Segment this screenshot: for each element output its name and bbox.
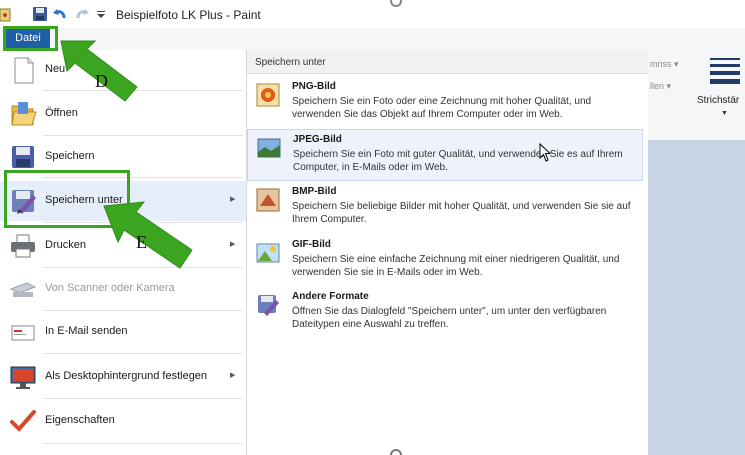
email-icon: [11, 325, 35, 341]
png-image-icon: [256, 83, 280, 107]
scanner-icon: [9, 282, 37, 297]
submenu-arrow-icon: ▶: [230, 241, 236, 248]
annotation-label-d: D: [95, 71, 108, 91]
submenu-item-description: Speichern Sie beliebige Bilder mit hoher…: [292, 201, 631, 225]
submenu-arrow-icon: ▶: [230, 196, 236, 203]
menu-item-desktop-background[interactable]: Als Desktophintergrund festlegen ▶: [0, 357, 246, 397]
jpeg-image-icon: [257, 138, 281, 158]
submenu-item-description: Öffnen Sie das Dialogfeld "Speichern unt…: [292, 306, 607, 330]
submenu-item-description: Speichern Sie ein Foto mit guter Qualitä…: [293, 149, 623, 173]
submenu-header-label: Speichern unter: [255, 57, 326, 68]
open-folder-icon: [11, 102, 37, 126]
submenu-arrow-icon: ▶: [230, 372, 236, 379]
paint-app-icon: [0, 8, 11, 22]
checkmark-icon: [10, 410, 36, 432]
save-icon: [12, 146, 34, 168]
annotation-highlight-file: [3, 26, 58, 51]
other-formats-icon: [258, 295, 279, 316]
redo-icon[interactable]: [74, 6, 90, 22]
menu-item-label: Eigenschaften: [45, 414, 115, 426]
stroke-width-icon[interactable]: [710, 58, 740, 84]
submenu-item-other-formats[interactable]: Andere Formate Öffnen Sie das Dialogfeld…: [247, 287, 643, 339]
printer-icon: [11, 234, 35, 258]
menu-item-label: Speichern: [45, 150, 95, 162]
submenu-item-title: JPEG-Bild: [293, 134, 342, 145]
save-icon[interactable]: [32, 6, 48, 22]
menu-item-email[interactable]: In E-Mail senden: [0, 312, 246, 352]
title-notch: [390, 0, 402, 7]
submenu-item-title: GIF-Bild: [292, 239, 331, 250]
annotation-label-e: E: [136, 232, 147, 252]
annotation-arrow-d-icon: [60, 40, 138, 102]
menu-item-label: Von Scanner oder Kamera: [45, 282, 175, 294]
chevron-down-icon[interactable]: ▼: [721, 110, 728, 117]
menu-item-label: Drucken: [45, 239, 86, 251]
submenu-item-gif[interactable]: GIF-Bild Speichern Sie eine einfache Zei…: [247, 235, 643, 287]
desktop-background-icon: [10, 366, 36, 389]
bottom-notch: [390, 449, 402, 455]
submenu-item-description: Speichern Sie eine einfache Zeichnung mi…: [292, 254, 620, 278]
stroke-width-label[interactable]: Strichstär: [697, 95, 739, 106]
ribbon-fill-fragment[interactable]: llen ▾: [650, 81, 671, 92]
window-title: Beispielfoto LK Plus - Paint: [116, 8, 261, 22]
submenu-item-bmp[interactable]: BMP-Bild Speichern Sie beliebige Bilder …: [247, 182, 643, 234]
annotation-arrow-e-icon: [103, 201, 193, 269]
submenu-header: Speichern unter: [247, 50, 648, 74]
menu-divider: [43, 135, 243, 136]
submenu-item-png[interactable]: PNG-Bild Speichern Sie ein Foto oder ein…: [247, 77, 643, 129]
menu-divider: [43, 443, 243, 444]
menu-divider: [43, 398, 243, 399]
submenu-item-title: BMP-Bild: [292, 186, 337, 197]
new-file-icon: [14, 57, 34, 84]
menu-item-label: Öffnen: [45, 107, 78, 119]
menu-item-label: In E-Mail senden: [45, 325, 128, 337]
bmp-image-icon: [256, 188, 280, 212]
menu-divider: [43, 310, 243, 311]
title-bar: Beispielfoto LK Plus - Paint: [0, 0, 745, 28]
submenu-item-jpeg[interactable]: JPEG-Bild Speichern Sie ein Foto mit gut…: [247, 129, 643, 181]
undo-icon[interactable]: [52, 6, 68, 22]
menu-item-properties[interactable]: Eigenschaften: [0, 401, 246, 441]
menu-divider: [43, 353, 243, 354]
menu-item-label: Als Desktophintergrund festlegen: [45, 370, 208, 382]
ribbon-outline-fragment[interactable]: mriss ▾: [650, 59, 679, 70]
canvas-area: [648, 140, 745, 455]
submenu-item-title: Andere Formate: [292, 291, 369, 302]
submenu-item-description: Speichern Sie ein Foto oder eine Zeichnu…: [292, 96, 592, 120]
gif-image-icon: [256, 243, 280, 263]
mouse-cursor-icon: [539, 143, 552, 162]
save-as-submenu: Speichern unter PNG-Bild Speichern Sie e…: [247, 50, 648, 455]
customize-dropdown-icon[interactable]: [95, 6, 111, 22]
submenu-item-title: PNG-Bild: [292, 81, 336, 92]
paint-window: Beispielfoto LK Plus - Paint Datei mriss…: [0, 0, 745, 455]
